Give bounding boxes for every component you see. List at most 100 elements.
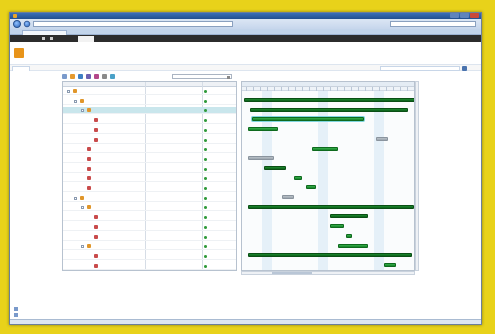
expand-toggle-icon[interactable] [67, 90, 70, 93]
table-row[interactable] [63, 156, 236, 163]
gantt-bar[interactable] [330, 224, 344, 229]
site-title[interactable] [28, 51, 108, 56]
table-row[interactable] [63, 253, 236, 260]
table-row[interactable] [63, 204, 236, 212]
task-title[interactable] [100, 128, 150, 132]
minimize-button[interactable] [450, 13, 459, 18]
left-nav-item[interactable] [14, 278, 54, 281]
task-title[interactable] [93, 147, 143, 151]
task-title[interactable] [93, 186, 143, 190]
left-nav-item[interactable] [14, 88, 54, 91]
gantt-bar[interactable] [376, 136, 388, 141]
print-icon[interactable] [102, 74, 107, 79]
maximize-button[interactable] [460, 13, 469, 18]
table-row[interactable] [63, 243, 236, 251]
left-nav-item[interactable] [14, 215, 54, 218]
search-icon[interactable] [110, 74, 115, 79]
task-title[interactable] [100, 215, 150, 219]
task-title[interactable] [86, 196, 136, 200]
task-title[interactable] [100, 254, 150, 258]
expand-toggle-icon[interactable] [74, 99, 77, 103]
task-title[interactable] [79, 89, 129, 93]
forward-icon[interactable] [23, 20, 31, 28]
table-row[interactable] [63, 263, 236, 270]
gantt-bar[interactable] [346, 233, 352, 238]
gantt-bar[interactable] [248, 156, 274, 161]
expand-toggle-icon[interactable] [81, 109, 84, 113]
table-row[interactable] [63, 224, 236, 231]
gantt-bar[interactable] [312, 146, 338, 151]
table-row[interactable] [63, 98, 236, 105]
table-row[interactable] [63, 195, 236, 202]
left-nav-item[interactable] [14, 221, 54, 224]
table-row[interactable] [63, 88, 236, 95]
expand-toggle-icon[interactable] [74, 196, 77, 200]
left-nav-item[interactable] [14, 188, 54, 191]
task-title[interactable] [93, 157, 143, 161]
left-nav-heading[interactable] [14, 81, 62, 85]
task-title[interactable] [93, 176, 143, 180]
table-row[interactable] [63, 146, 236, 154]
task-title[interactable] [100, 235, 150, 239]
task-title[interactable] [100, 118, 150, 122]
gantt-bar[interactable] [252, 117, 364, 122]
task-title[interactable] [93, 167, 143, 171]
table-row[interactable] [63, 185, 236, 192]
recycle-bin-icon[interactable] [14, 307, 18, 311]
left-nav-item[interactable] [14, 284, 54, 287]
left-nav-item[interactable] [14, 182, 54, 185]
column-header-title[interactable] [75, 82, 105, 86]
table-row[interactable] [63, 127, 236, 134]
link-icon[interactable] [86, 74, 91, 79]
back-icon[interactable] [13, 20, 21, 28]
edit-icon[interactable] [78, 74, 83, 79]
table-row[interactable] [63, 107, 236, 115]
task-title[interactable] [100, 225, 150, 229]
gantt-bar[interactable] [294, 175, 302, 180]
timescale-select[interactable] [172, 74, 232, 79]
gantt-bar[interactable] [338, 243, 368, 248]
left-nav-item[interactable] [14, 239, 54, 242]
left-nav-item[interactable] [14, 100, 54, 103]
column-header-assigned[interactable] [147, 82, 187, 86]
table-row[interactable] [63, 214, 236, 222]
table-row[interactable] [63, 175, 236, 183]
left-nav-item[interactable] [14, 94, 54, 97]
gantt-bar[interactable] [248, 204, 414, 209]
table-row[interactable] [63, 137, 236, 144]
close-button[interactable] [470, 13, 479, 18]
page-tab[interactable] [98, 36, 112, 40]
delete-icon[interactable] [94, 74, 99, 79]
site-actions-menu[interactable] [13, 36, 39, 40]
task-title[interactable] [93, 244, 143, 248]
table-row[interactable] [63, 166, 236, 173]
gantt-bar[interactable] [330, 214, 368, 219]
task-title[interactable] [100, 138, 150, 142]
navigate-up-icon[interactable] [42, 37, 45, 40]
left-nav-item[interactable] [14, 233, 54, 236]
user-menu[interactable] [386, 36, 446, 40]
edit-page-icon[interactable] [50, 37, 53, 40]
gantt-bar[interactable] [248, 127, 278, 132]
expand-toggle-icon[interactable] [81, 245, 84, 249]
address-field[interactable] [33, 21, 233, 27]
table-row[interactable] [63, 117, 236, 125]
browser-search-input[interactable] [390, 21, 476, 27]
gantt-bar[interactable] [250, 107, 408, 112]
task-title[interactable] [93, 205, 143, 209]
vertical-scrollbar[interactable] [415, 81, 419, 271]
left-nav-bottom-item[interactable] [20, 307, 56, 310]
task-title[interactable] [86, 99, 136, 103]
left-nav-item[interactable] [14, 106, 54, 109]
gantt-bar[interactable] [306, 185, 316, 190]
column-header-status[interactable] [204, 82, 234, 86]
gantt-bar[interactable] [264, 165, 286, 170]
horizontal-scrollbar[interactable] [241, 271, 415, 275]
scroll-thumb[interactable] [272, 272, 312, 274]
left-nav-heading[interactable] [14, 175, 62, 179]
gantt-bar[interactable] [244, 98, 414, 102]
left-nav-heading[interactable] [14, 208, 62, 212]
task-title[interactable] [93, 108, 143, 112]
new-item-icon[interactable] [70, 74, 75, 79]
expand-icon[interactable] [62, 74, 67, 79]
